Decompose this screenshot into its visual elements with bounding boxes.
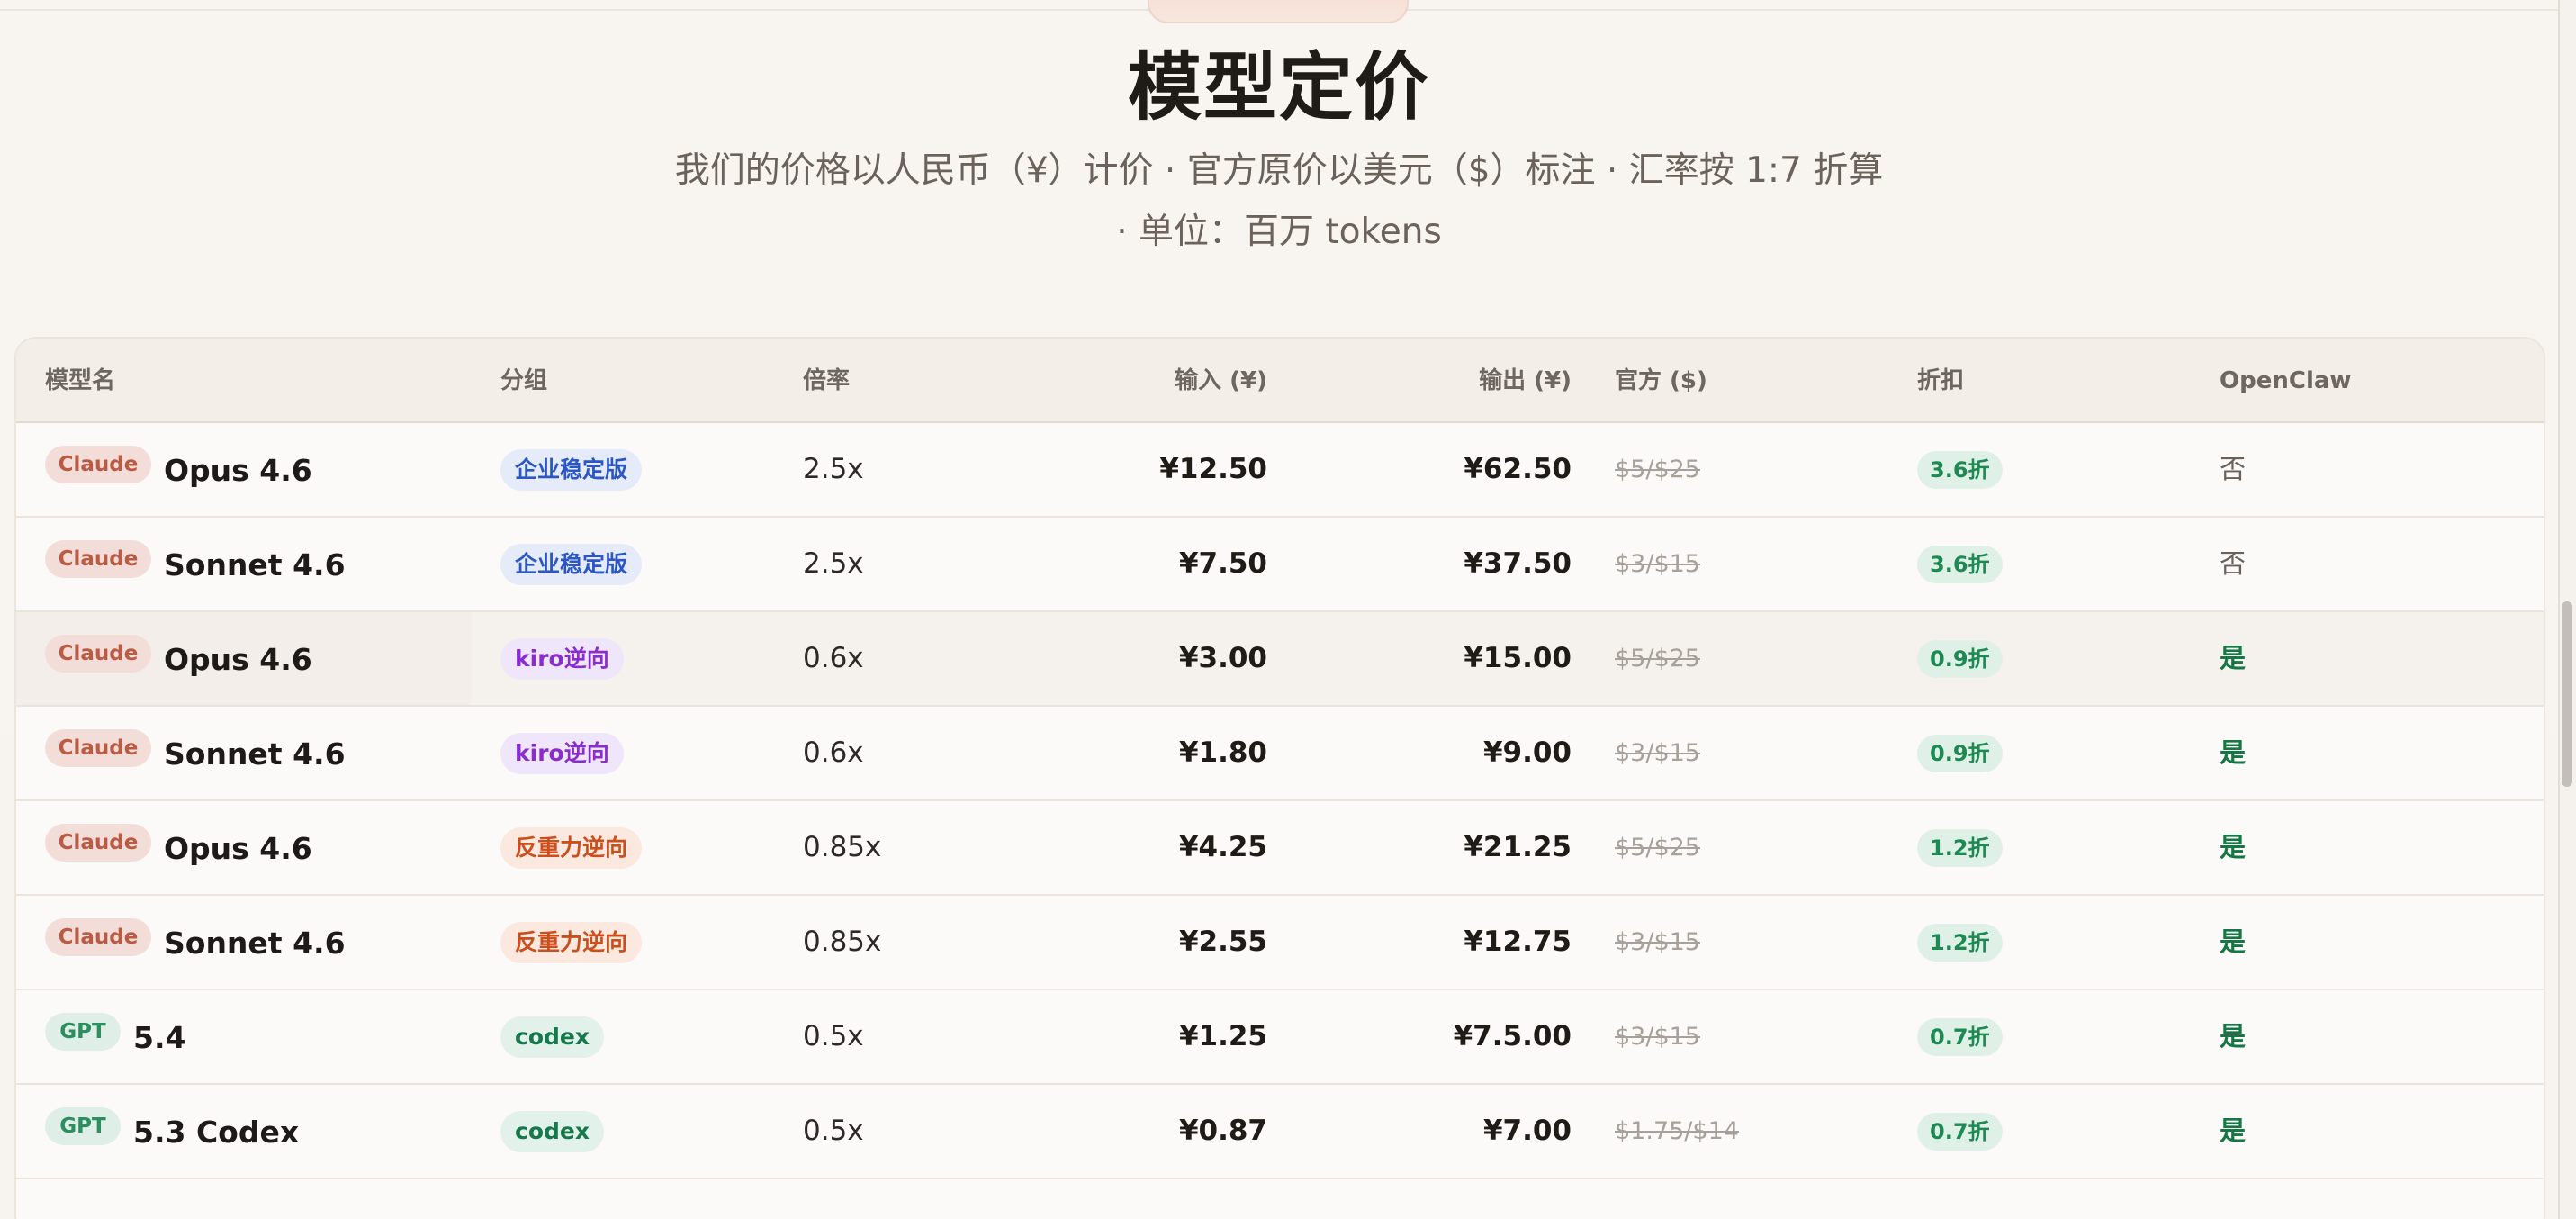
- header-openclaw: OpenClaw: [2220, 367, 2352, 394]
- provider-badge: GPT: [45, 1013, 121, 1051]
- openclaw-status: 是: [2220, 737, 2247, 768]
- input-price: ¥2.55: [1178, 926, 1267, 958]
- provider-badge: Claude: [45, 824, 151, 862]
- input-price: ¥3.00: [1178, 642, 1267, 674]
- input-price: ¥0.87: [1178, 1115, 1267, 1147]
- table-row[interactable]: Claude Opus 4.6 企业稳定版 2.5x ¥12.50 ¥62.50…: [16, 423, 2544, 518]
- output-price: ¥37.50: [1464, 547, 1572, 580]
- group-badge: kiro逆向: [500, 638, 624, 680]
- output-price: ¥12.75: [1464, 926, 1572, 958]
- header-ratio: 倍率: [803, 367, 851, 394]
- table-row[interactable]: GPT 5.4 codex 0.5x ¥1.25 ¥7.5.00 $3/$15 …: [16, 990, 2544, 1085]
- header-model: 模型名: [45, 367, 116, 394]
- discount-badge: 1.2折: [1917, 829, 2003, 867]
- header-official: 官方 ($): [1615, 367, 1707, 394]
- input-price: ¥7.50: [1178, 547, 1267, 580]
- ratio-value: 0.6x: [803, 642, 864, 674]
- model-name: Opus 4.6: [164, 453, 312, 488]
- pricing-table: 模型名 分组 倍率 输入 (¥) 输出 (¥) 官方 ($) 折扣 OpenCl…: [14, 337, 2545, 1219]
- openclaw-status: 是: [2220, 832, 2247, 862]
- model-name: Sonnet 4.6: [164, 736, 346, 772]
- provider-badge: GPT: [45, 1107, 121, 1145]
- official-price: $5/$25: [1615, 834, 1700, 862]
- openclaw-status: 是: [2220, 643, 2247, 673]
- header-output: 输出 (¥): [1479, 367, 1572, 394]
- pricing-subtitle-line-1: 我们的价格以人民币（¥）计价 · 官方原价以美元（$）标注 · 汇率按 1:7 …: [674, 150, 1884, 191]
- official-price: $5/$25: [1615, 645, 1700, 673]
- model-name: Opus 4.6: [164, 642, 312, 677]
- vertical-scrollbar[interactable]: [2558, 0, 2576, 1219]
- provider-badge: Claude: [45, 540, 151, 578]
- ratio-value: 2.5x: [803, 547, 864, 580]
- provider-badge: Claude: [45, 635, 151, 673]
- output-price: ¥9.00: [1482, 736, 1572, 769]
- group-badge: codex: [500, 1016, 604, 1058]
- discount-badge: 0.9折: [1917, 640, 2003, 678]
- top-decorative-pill: [1148, 0, 1409, 23]
- openclaw-status: 否: [2220, 454, 2247, 484]
- discount-badge: 0.7折: [1917, 1113, 2003, 1151]
- group-badge: kiro逆向: [500, 733, 624, 774]
- table-row[interactable]: Claude Sonnet 4.6 反重力逆向 0.85x ¥2.55 ¥12.…: [16, 896, 2544, 990]
- input-price: ¥1.25: [1178, 1020, 1267, 1052]
- ratio-value: 2.5x: [803, 453, 864, 485]
- discount-badge: 1.2折: [1917, 924, 2003, 962]
- output-price: ¥7.5.00: [1453, 1020, 1572, 1052]
- output-price: ¥7.00: [1482, 1115, 1572, 1147]
- header-group: 分组: [500, 367, 548, 394]
- ratio-value: 0.6x: [803, 736, 864, 769]
- official-price: $3/$15: [1615, 1023, 1700, 1051]
- ratio-value: 0.85x: [803, 926, 882, 958]
- model-name: Opus 4.6: [164, 831, 312, 866]
- ratio-value: 0.5x: [803, 1115, 864, 1147]
- discount-badge: 3.6折: [1917, 451, 2003, 489]
- ratio-value: 0.5x: [803, 1020, 864, 1052]
- table-row[interactable]: Claude Sonnet 4.6 kiro逆向 0.6x ¥1.80 ¥9.0…: [16, 707, 2544, 801]
- table-row[interactable]: Claude Opus 4.6 kiro逆向 0.6x ¥3.00 ¥15.00…: [16, 612, 2544, 707]
- model-name: Sonnet 4.6: [164, 926, 346, 961]
- provider-badge: Claude: [45, 918, 151, 956]
- discount-badge: 3.6折: [1917, 546, 2003, 583]
- group-badge: 反重力逆向: [500, 827, 643, 869]
- pricing-page: 模型定价 我们的价格以人民币（¥）计价 · 官方原价以美元（$）标注 · 汇率按…: [0, 0, 2576, 1219]
- input-price: ¥1.80: [1178, 736, 1267, 769]
- page-title: 模型定价: [1127, 44, 1430, 131]
- header-input: 输入 (¥): [1175, 367, 1267, 394]
- discount-badge: 0.9折: [1917, 735, 2003, 772]
- openclaw-status: 是: [2220, 1115, 2247, 1146]
- input-price: ¥12.50: [1159, 453, 1267, 485]
- openclaw-status: 是: [2220, 926, 2247, 957]
- row-divider: [16, 1178, 95, 1179]
- discount-badge: 0.7折: [1917, 1018, 2003, 1056]
- group-badge: 企业稳定版: [500, 449, 643, 491]
- model-name: 5.3 Codex: [133, 1115, 300, 1150]
- official-price: $3/$15: [1615, 550, 1700, 578]
- group-badge: 企业稳定版: [500, 544, 643, 585]
- official-price: $5/$25: [1615, 456, 1700, 483]
- output-price: ¥62.50: [1464, 453, 1572, 485]
- openclaw-status: 否: [2220, 548, 2247, 579]
- header-discount: 折扣: [1917, 367, 1965, 394]
- openclaw-status: 是: [2220, 1021, 2247, 1052]
- group-badge: codex: [500, 1111, 604, 1152]
- provider-badge: Claude: [45, 729, 151, 767]
- table-row[interactable]: Claude Sonnet 4.6 企业稳定版 2.5x ¥7.50 ¥37.5…: [16, 518, 2544, 612]
- pricing-subtitle-line-2: · 单位：百万 tokens: [1116, 212, 1442, 252]
- input-price: ¥4.25: [1178, 831, 1267, 863]
- official-price: $1.75/$14: [1615, 1117, 1739, 1145]
- output-price: ¥21.25: [1464, 831, 1572, 863]
- official-price: $3/$15: [1615, 739, 1700, 767]
- table-row[interactable]: Claude Opus 4.6 反重力逆向 0.85x ¥4.25 ¥21.25…: [16, 801, 2544, 896]
- table-header-row: 模型名 分组 倍率 输入 (¥) 输出 (¥) 官方 ($) 折扣 OpenCl…: [16, 339, 2544, 423]
- ratio-value: 0.85x: [803, 831, 882, 863]
- model-name: Sonnet 4.6: [164, 547, 346, 582]
- provider-badge: Claude: [45, 446, 151, 483]
- group-badge: 反重力逆向: [500, 922, 643, 963]
- scrollbar-thumb[interactable]: [2562, 601, 2572, 787]
- output-price: ¥15.00: [1464, 642, 1572, 674]
- table-row[interactable]: GPT 5.3 Codex codex 0.5x ¥0.87 ¥7.00 $1.…: [16, 1085, 2544, 1179]
- official-price: $3/$15: [1615, 928, 1700, 956]
- model-name: 5.4: [133, 1020, 186, 1055]
